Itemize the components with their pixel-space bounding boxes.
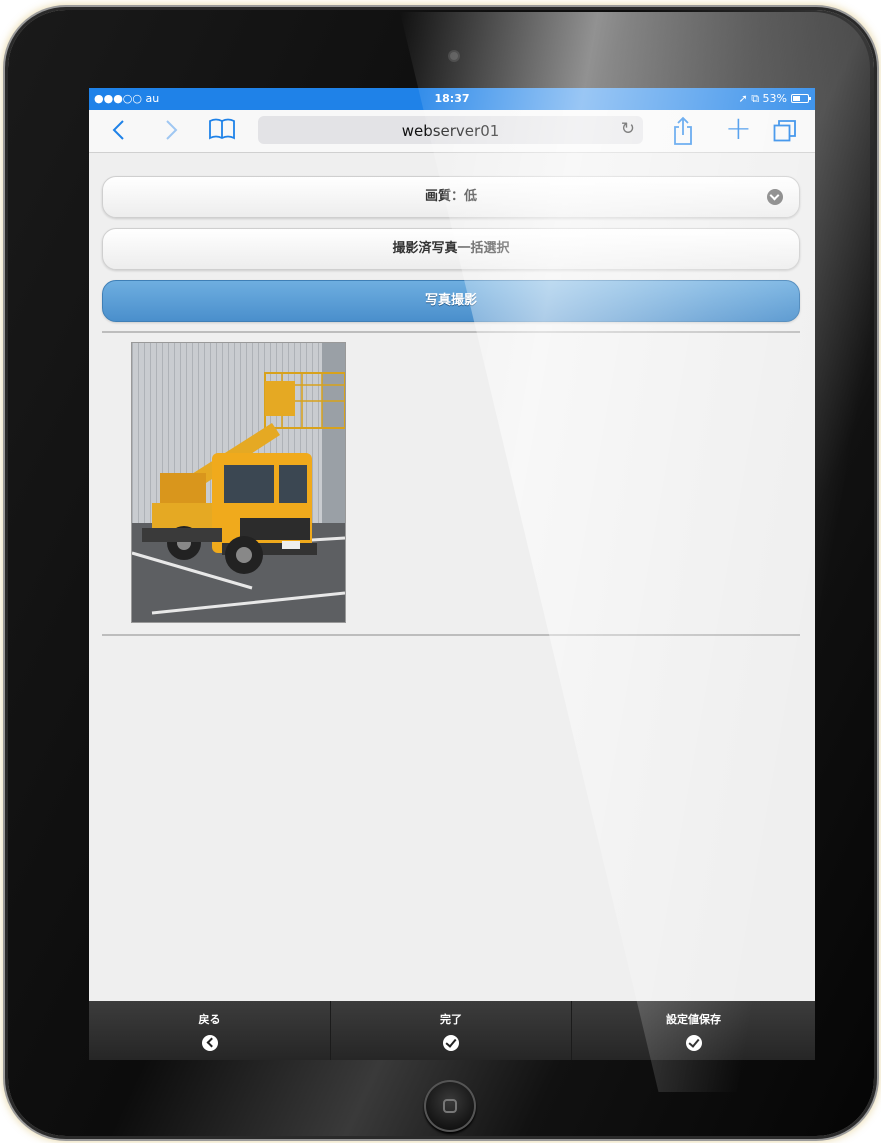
add-tab-icon[interactable]: + bbox=[725, 112, 752, 144]
quality-select-label: 画質：低 bbox=[424, 189, 477, 204]
battery-icon bbox=[791, 94, 811, 103]
take-photo-label: 写真撮影 bbox=[424, 293, 477, 308]
ipad-device: ●●●○○ au 18:37 ➚ ⧉ 53% webserver01 ↻ + 画… bbox=[0, 0, 881, 1143]
chevron-down-icon bbox=[767, 189, 783, 205]
status-bar: ●●●○○ au 18:37 ➚ ⧉ 53% bbox=[89, 88, 815, 110]
reload-icon[interactable]: ↻ bbox=[621, 119, 635, 139]
check-icon bbox=[443, 1035, 459, 1051]
photo-thumbnail[interactable] bbox=[131, 342, 346, 623]
chevron-left-icon bbox=[201, 1035, 218, 1051]
address-bar[interactable]: webserver01 ↻ bbox=[258, 116, 643, 144]
browser-toolbar: webserver01 ↻ + bbox=[89, 110, 815, 153]
select-all-photos-button[interactable]: 撮影済写真一括選択 bbox=[102, 228, 800, 270]
select-all-photos-label: 撮影済写真一括選択 bbox=[392, 241, 510, 256]
share-icon[interactable] bbox=[672, 116, 694, 152]
home-button[interactable] bbox=[424, 1080, 476, 1132]
save-settings-label: 設定値保存 bbox=[666, 1013, 721, 1026]
footer-navbar: 戻る 完了 設定値保存 bbox=[89, 1001, 815, 1060]
quality-select[interactable]: 画質：低 bbox=[102, 176, 800, 218]
check-icon bbox=[685, 1035, 702, 1051]
forward-icon[interactable] bbox=[163, 116, 179, 150]
take-photo-button[interactable]: 写真撮影 bbox=[102, 280, 800, 322]
done-button-label: 完了 bbox=[440, 1013, 462, 1026]
clock: 18:37 bbox=[434, 92, 470, 105]
divider-bottom bbox=[102, 634, 800, 636]
back-button[interactable]: 戻る bbox=[89, 1001, 330, 1060]
bookmarks-icon[interactable] bbox=[207, 116, 237, 142]
status-right: ➚ ⧉ 53% bbox=[738, 92, 787, 105]
done-button[interactable]: 完了 bbox=[330, 1001, 571, 1060]
save-settings-button[interactable]: 設定値保存 bbox=[571, 1001, 815, 1060]
front-camera bbox=[450, 52, 458, 60]
screen: ●●●○○ au 18:37 ➚ ⧉ 53% webserver01 ↻ + 画… bbox=[89, 88, 815, 1060]
back-button-label: 戻る bbox=[198, 1013, 221, 1026]
tabs-icon[interactable] bbox=[773, 119, 796, 142]
url-text: webserver01 bbox=[401, 122, 500, 140]
divider-top bbox=[102, 331, 800, 333]
back-icon[interactable] bbox=[111, 116, 127, 150]
